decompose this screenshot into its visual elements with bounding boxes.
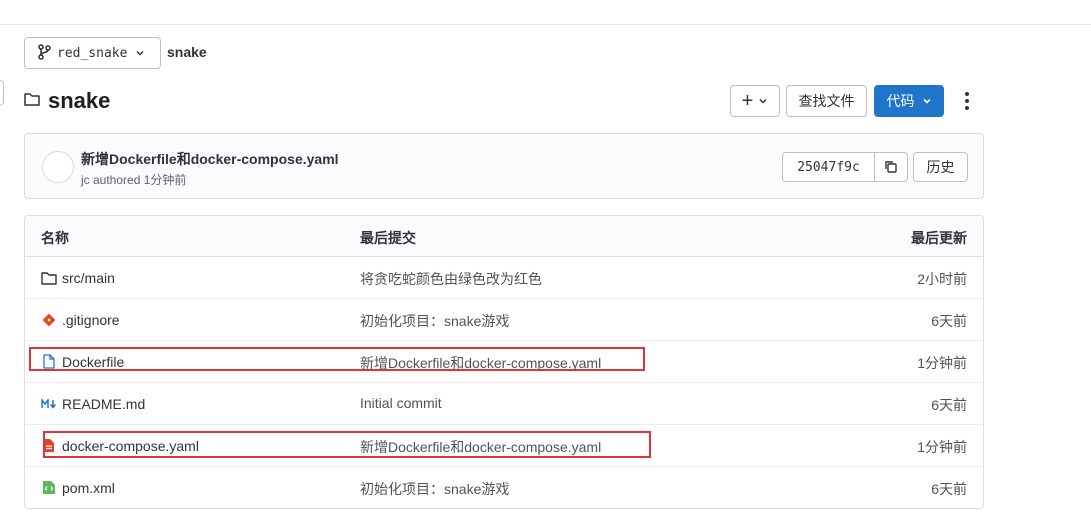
commit-message[interactable]: 初始化项目：snake游戏 bbox=[360, 479, 509, 499]
chevron-down-icon bbox=[922, 93, 932, 109]
last-commit-panel: 新增Dockerfile和docker-compose.yaml jc auth… bbox=[24, 133, 984, 199]
update-time: 6天前 bbox=[931, 481, 967, 497]
history-button[interactable]: 历史 bbox=[913, 152, 968, 182]
chevron-down-icon bbox=[135, 48, 145, 58]
table-row[interactable]: Dockerfile 新增Dockerfile和docker-compose.y… bbox=[25, 341, 983, 383]
commit-title[interactable]: 新增Dockerfile和docker-compose.yaml bbox=[81, 149, 339, 169]
update-time: 6天前 bbox=[931, 397, 967, 413]
header-last-update: 最后更新 bbox=[911, 230, 967, 246]
sidebar-toggle-edge[interactable] bbox=[0, 80, 4, 106]
code-button-label: 代码 bbox=[886, 93, 915, 109]
plus-icon: + bbox=[741, 90, 754, 112]
page-title: snake bbox=[24, 88, 110, 114]
file-table: 名称 最后提交 最后更新 src/main 将贪吃蛇颜色由绿色改为红色 2小时前… bbox=[24, 215, 984, 509]
find-file-button[interactable]: 查找文件 bbox=[786, 85, 867, 117]
commit-message[interactable]: 新增Dockerfile和docker-compose.yaml bbox=[360, 353, 601, 373]
table-row[interactable]: .gitignore 初始化项目：snake游戏 6天前 bbox=[25, 299, 983, 341]
table-row[interactable]: README.md Initial commit 6天前 bbox=[25, 383, 983, 425]
header-name: 名称 bbox=[41, 230, 69, 246]
file-name[interactable]: src/main bbox=[62, 270, 115, 286]
table-row[interactable]: pom.xml 初始化项目：snake游戏 6天前 bbox=[25, 467, 983, 508]
folder-open-icon bbox=[24, 92, 41, 110]
folder-icon bbox=[41, 270, 57, 286]
file-name[interactable]: pom.xml bbox=[62, 480, 115, 496]
branch-icon bbox=[37, 43, 51, 63]
commit-message[interactable]: Initial commit bbox=[360, 395, 442, 411]
commit-message[interactable]: 初始化项目：snake游戏 bbox=[360, 311, 509, 331]
breadcrumb-project[interactable]: snake bbox=[167, 44, 207, 60]
commit-message[interactable]: 新增Dockerfile和docker-compose.yaml bbox=[360, 437, 601, 457]
file-name[interactable]: .gitignore bbox=[62, 312, 120, 328]
file-icon bbox=[41, 354, 57, 370]
code-dropdown-button[interactable]: 代码 bbox=[874, 85, 944, 117]
git-icon bbox=[41, 312, 57, 328]
commit-sha-group: 25047f9c bbox=[782, 152, 908, 182]
update-time: 1分钟前 bbox=[917, 355, 967, 371]
more-actions-icon[interactable] bbox=[959, 88, 975, 114]
commit-author-meta: jc authored 1分钟前 bbox=[81, 173, 187, 187]
table-header: 名称 最后提交 最后更新 bbox=[25, 216, 983, 257]
avatar[interactable] bbox=[42, 151, 74, 183]
yaml-icon bbox=[41, 438, 57, 454]
update-time: 1分钟前 bbox=[917, 439, 967, 455]
xml-icon bbox=[41, 480, 57, 496]
copy-icon[interactable] bbox=[875, 153, 907, 181]
update-time: 2小时前 bbox=[917, 271, 967, 287]
add-dropdown-button[interactable]: + bbox=[730, 85, 780, 117]
file-name[interactable]: docker-compose.yaml bbox=[62, 438, 199, 454]
table-row[interactable]: src/main 将贪吃蛇颜色由绿色改为红色 2小时前 bbox=[25, 257, 983, 299]
commit-message[interactable]: 将贪吃蛇颜色由绿色改为红色 bbox=[360, 269, 542, 289]
branch-selector[interactable]: red_snake bbox=[24, 37, 161, 69]
folder-title: snake bbox=[48, 88, 111, 113]
markdown-icon bbox=[41, 396, 57, 412]
update-time: 6天前 bbox=[931, 313, 967, 329]
file-name[interactable]: README.md bbox=[62, 396, 145, 412]
commit-sha[interactable]: 25047f9c bbox=[783, 153, 875, 181]
header-divider bbox=[0, 24, 1091, 25]
header-last-commit: 最后提交 bbox=[360, 230, 416, 246]
branch-name: red_snake bbox=[57, 45, 128, 61]
chevron-down-icon bbox=[758, 93, 768, 109]
file-name[interactable]: Dockerfile bbox=[62, 354, 124, 370]
table-row[interactable]: docker-compose.yaml 新增Dockerfile和docker-… bbox=[25, 425, 983, 467]
